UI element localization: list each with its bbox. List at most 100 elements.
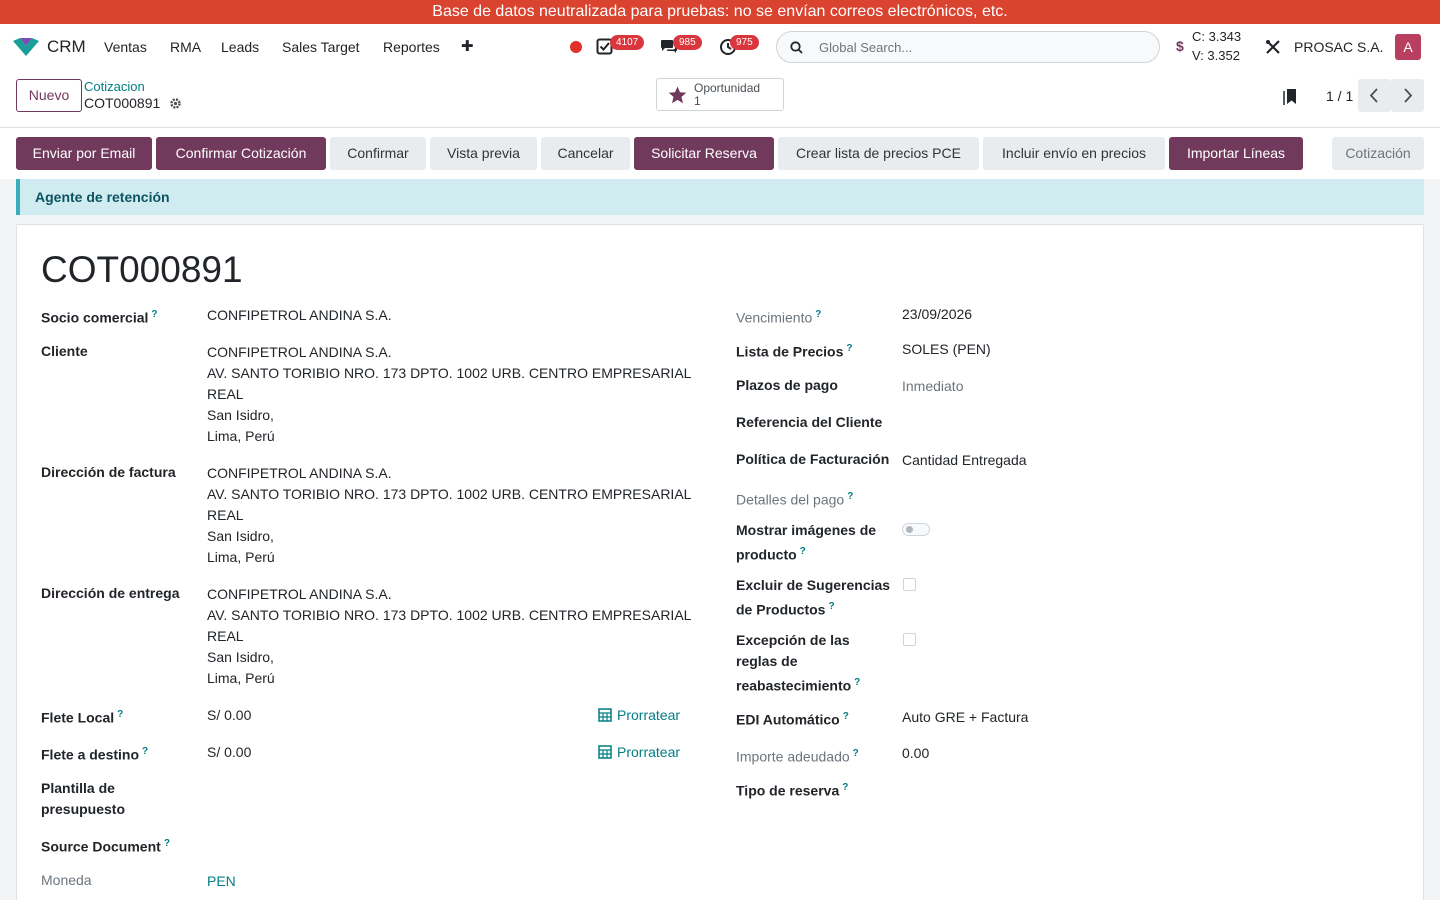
customer-reference-label: Referencia del Cliente — [736, 414, 883, 430]
exchange-rate-buy: C: 3.343 — [1192, 29, 1242, 44]
amount-due-field: 0.00 — [902, 745, 930, 761]
calculator-icon — [598, 707, 612, 728]
address-line: REAL — [207, 507, 244, 523]
company-switcher[interactable]: PROSAC S.A. — [1294, 39, 1383, 55]
include-shipping-button[interactable]: Incluir envío en precios — [983, 137, 1165, 170]
payment-terms-field[interactable]: Inmediato — [902, 376, 963, 397]
pager-previous-button[interactable] — [1358, 79, 1391, 112]
help-icon[interactable]: ? — [847, 491, 853, 502]
create-pce-pricelist-button[interactable]: Crear lista de precios PCE — [778, 137, 979, 170]
gear-icon[interactable] — [169, 97, 182, 113]
quotation-template-label: Plantilla de presupuesto — [41, 780, 126, 817]
global-search-input[interactable]: Global Search... — [776, 31, 1160, 63]
pager-value[interactable]: 1 / 1 — [1326, 88, 1353, 104]
local-freight-field[interactable]: S/ 0.00 — [207, 705, 251, 726]
reservation-type-field[interactable] — [902, 777, 1402, 798]
search-placeholder: Global Search... — [819, 40, 913, 55]
help-icon[interactable]: ? — [800, 546, 806, 557]
tools-icon[interactable] — [1265, 39, 1281, 58]
partner-label: Socio comercial? — [41, 309, 158, 326]
exchange-rate-sell: V: 3.352 — [1192, 48, 1240, 63]
amount-due-label: Importe adeudado? — [736, 748, 859, 765]
replenishment-exception-label: Excepción de las reglas de reabastecimie… — [736, 632, 861, 694]
cancel-button[interactable]: Cancelar — [541, 137, 630, 170]
address-line: CONFIPETROL ANDINA S.A. — [207, 344, 392, 360]
menu-rma[interactable]: RMA — [170, 39, 201, 55]
new-button[interactable]: Nuevo — [16, 79, 82, 112]
smart-button-label: Oportunidad — [694, 81, 761, 95]
customer-address[interactable]: CONFIPETROL ANDINA S.A. AV. SANTO TORIBI… — [207, 342, 691, 447]
pricelist-label: Lista de Precios? — [736, 343, 853, 360]
validity-date-label: Vencimiento? — [736, 309, 822, 326]
help-icon[interactable]: ? — [828, 601, 834, 612]
show-product-images-label: Mostrar imágenes de producto? — [736, 522, 877, 563]
local-freight-label: Flete Local? — [41, 709, 124, 726]
address-line: AV. SANTO TORIBIO NRO. 173 DPTO. 1002 UR… — [207, 365, 692, 381]
help-icon[interactable]: ? — [164, 838, 170, 849]
plus-icon[interactable]: ✚ — [461, 37, 474, 55]
invoicing-policy-label: Política de Facturación — [736, 451, 890, 467]
exchange-rate-icon[interactable]: $ — [1176, 38, 1184, 54]
invoice-address[interactable]: CONFIPETROL ANDINA S.A. AV. SANTO TORIBI… — [207, 463, 691, 568]
partner-field[interactable]: CONFIPETROL ANDINA S.A. — [207, 305, 392, 326]
help-icon[interactable]: ? — [846, 343, 852, 354]
prorate-local-button[interactable]: Prorratear — [598, 705, 680, 728]
address-line: San Isidro, — [207, 528, 274, 544]
control-panel: Nuevo Cotizacion COT000891 Oportunidad 1… — [0, 70, 1440, 128]
delivery-address[interactable]: CONFIPETROL ANDINA S.A. AV. SANTO TORIBI… — [207, 584, 691, 689]
menu-ventas[interactable]: Ventas — [104, 39, 147, 55]
help-icon[interactable]: ? — [853, 748, 859, 759]
validity-date-field[interactable]: 23/09/2026 — [902, 304, 972, 325]
destination-freight-field[interactable]: S/ 0.00 — [207, 742, 251, 763]
invoicing-policy-field[interactable]: Cantidad Entregada — [902, 450, 1027, 471]
pricelist-field[interactable]: SOLES (PEN) — [902, 339, 991, 360]
confirm-button[interactable]: Confirmar — [330, 137, 426, 170]
preview-button[interactable]: Vista previa — [430, 137, 537, 170]
neutralized-db-banner: Base de datos neutralizada para pruebas:… — [0, 0, 1440, 24]
send-email-button[interactable]: Enviar por Email — [16, 137, 152, 170]
help-icon[interactable]: ? — [854, 677, 860, 688]
help-icon[interactable]: ? — [151, 309, 157, 320]
help-icon[interactable]: ? — [142, 746, 148, 757]
breadcrumb-parent[interactable]: Cotizacion — [84, 79, 145, 94]
customer-reference-field[interactable] — [902, 412, 1402, 433]
payment-terms-label: Plazos de pago — [736, 377, 838, 393]
show-product-images-toggle[interactable] — [902, 523, 930, 536]
activities-badge: 4107 — [610, 35, 645, 50]
calculator-icon — [598, 744, 612, 765]
help-icon[interactable]: ? — [842, 782, 848, 793]
quotation-template-field[interactable] — [207, 778, 697, 799]
source-document-field[interactable] — [207, 833, 697, 854]
help-icon[interactable]: ? — [117, 709, 123, 720]
recording-dot-icon[interactable] — [570, 41, 582, 53]
currency-field[interactable]: PEN — [207, 871, 236, 892]
app-name[interactable]: CRM — [47, 37, 86, 57]
confirm-quotation-button[interactable]: Confirmar Cotización — [156, 137, 326, 170]
exclude-suggestions-label: Excluir de Sugerencias de Productos? — [736, 577, 891, 618]
app-logo-icon[interactable] — [12, 37, 40, 60]
payment-details-label: Detalles del pago? — [736, 491, 854, 508]
help-icon[interactable]: ? — [843, 711, 849, 722]
messages-badge: 985 — [673, 35, 702, 50]
star-icon — [668, 86, 687, 107]
bookmark-icon[interactable] — [1283, 88, 1298, 108]
request-reservation-button[interactable]: Solicitar Reserva — [634, 137, 774, 170]
opportunity-smart-button[interactable]: Oportunidad 1 — [656, 78, 784, 111]
smart-button-count: 1 — [694, 94, 701, 108]
menu-leads[interactable]: Leads — [221, 39, 259, 55]
source-document-label: Source Document? — [41, 838, 170, 855]
menu-reportes[interactable]: Reportes — [383, 39, 440, 55]
import-lines-button[interactable]: Importar Líneas — [1169, 137, 1303, 170]
user-avatar[interactable]: A — [1395, 34, 1421, 60]
prorate-destination-button[interactable]: Prorratear — [598, 742, 680, 765]
retention-agent-alert: Agente de retención — [16, 179, 1424, 215]
currency-label: Moneda — [41, 872, 92, 888]
pager-next-button[interactable] — [1391, 79, 1424, 112]
menu-sales-target[interactable]: Sales Target — [282, 39, 360, 55]
destination-freight-label: Flete a destino? — [41, 746, 149, 763]
replenishment-exception-checkbox[interactable] — [903, 633, 916, 646]
exclude-suggestions-checkbox[interactable] — [903, 578, 916, 591]
edi-auto-field[interactable]: Auto GRE + Factura — [902, 707, 1028, 728]
status-quotation[interactable]: Cotización — [1332, 137, 1424, 170]
help-icon[interactable]: ? — [815, 309, 821, 320]
